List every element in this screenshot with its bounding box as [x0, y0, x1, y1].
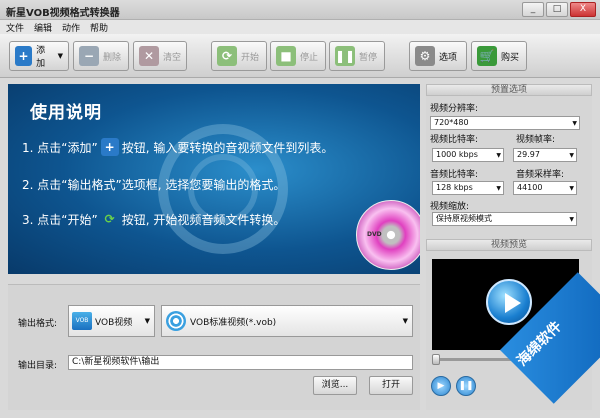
output-format-select[interactable]: VOB标准视频(*.vob) ▼	[161, 305, 413, 337]
menu-bar: 文件 编辑 动作 帮助	[0, 20, 600, 34]
instructions-title: 使用说明	[30, 103, 102, 123]
pause-button-preview[interactable]: ❚❚	[456, 376, 476, 396]
audio-samplerate-select[interactable]: 44100 ▼	[513, 181, 577, 195]
start-button[interactable]: ⟳ 开始	[211, 41, 267, 71]
cart-icon: 🛒	[477, 46, 497, 66]
menu-action[interactable]: 动作	[62, 21, 80, 34]
resolution-label: 视频分辨率:	[430, 104, 479, 114]
remove-file-icon: −	[79, 46, 99, 66]
output-dir-field[interactable]: C:\新星视频软件\输出	[68, 355, 413, 370]
maximize-button[interactable]: □	[546, 2, 568, 17]
chevron-down-icon: ▼	[569, 152, 574, 159]
pause-icon: ❚❚	[335, 46, 355, 66]
chevron-down-icon: ▼	[572, 120, 577, 127]
dvd-disc-graphic: DVD	[356, 200, 420, 270]
instruction-step-2: 2. 点击“输出格式”选项框, 选择您要输出的格式。	[22, 178, 286, 192]
video-zoom-label: 视频缩放:	[430, 202, 470, 212]
audio-bitrate-label: 音频比特率:	[430, 170, 479, 180]
chevron-down-icon: ▼	[57, 52, 63, 60]
window-controls: _ □ X	[522, 2, 596, 17]
toolbar: + 添加 ▼ − 删除 ✕ 清空 ⟳ 开始 ■ 停止 ❚❚ 暂停 ⚙ 选项 🛒 …	[0, 34, 600, 78]
instruction-step-1: 1. 点击“添加” + 按钮, 输入要转换的音视频文件到列表。	[22, 138, 334, 156]
chevron-down-icon: ▼	[144, 317, 150, 325]
stop-button[interactable]: ■ 停止	[270, 41, 326, 71]
preset-header: 预置选项	[426, 84, 592, 96]
minimize-button[interactable]: _	[522, 2, 544, 17]
gear-icon: ⚙	[415, 46, 435, 66]
refresh-icon: ⟳	[104, 212, 115, 226]
resolution-select[interactable]: 720*480 ▼	[430, 116, 580, 130]
chevron-down-icon: ▼	[496, 185, 501, 192]
play-icon[interactable]	[486, 279, 532, 325]
clear-button[interactable]: ✕ 清空	[133, 41, 187, 71]
stop-icon: ■	[276, 46, 296, 66]
window-title: 新星VOB视频格式转换器	[6, 8, 120, 19]
seek-knob[interactable]	[432, 354, 440, 365]
add-file-icon: +	[15, 46, 33, 66]
format-icon	[166, 311, 186, 331]
video-bitrate-select[interactable]: 1000 kbps ▼	[432, 148, 504, 162]
audio-samplerate-label: 音频采样率:	[516, 170, 565, 180]
chevron-down-icon: ▼	[569, 216, 574, 223]
chevron-down-icon: ▼	[496, 152, 501, 159]
video-bitrate-label: 视频比特率:	[430, 135, 479, 145]
open-button[interactable]: 打开	[369, 376, 413, 395]
title-bar: 新星VOB视频格式转换器 _ □ X	[0, 0, 600, 20]
menu-file[interactable]: 文件	[6, 21, 24, 34]
chevron-down-icon: ▼	[402, 317, 408, 325]
instructions-banner: 使用说明 1. 点击“添加” + 按钮, 输入要转换的音视频文件到列表。 2. …	[8, 84, 420, 274]
close-button[interactable]: X	[570, 2, 596, 17]
output-dir-label: 输出目录:	[18, 361, 58, 371]
video-file-icon: VOB	[72, 312, 92, 330]
video-fps-label: 视频帧率:	[516, 135, 556, 145]
delete-button[interactable]: − 删除	[73, 41, 129, 71]
refresh-icon: ⟳	[217, 46, 237, 66]
play-button[interactable]: ▶	[431, 376, 451, 396]
video-fps-select[interactable]: 29.97 ▼	[513, 148, 577, 162]
instruction-step-3: 3. 点击“开始” ⟳ 按钮, 开始视频音频文件转换。	[22, 212, 286, 227]
add-file-icon: +	[100, 138, 119, 156]
options-button[interactable]: ⚙ 选项	[409, 41, 467, 71]
browse-button[interactable]: 浏览...	[313, 376, 357, 395]
menu-edit[interactable]: 编辑	[34, 21, 52, 34]
output-panel: 输出格式: VOB VOB视频 ▼ VOB标准视频(*.vob) ▼ 输出目录:…	[8, 284, 420, 410]
output-format-label: 输出格式:	[18, 319, 58, 329]
preview-header: 视频预览	[426, 239, 592, 251]
menu-help[interactable]: 帮助	[90, 21, 108, 34]
buy-button[interactable]: 🛒 购买	[471, 41, 527, 71]
audio-bitrate-select[interactable]: 128 kbps ▼	[432, 181, 504, 195]
pause-button[interactable]: ❚❚ 暂停	[329, 41, 385, 71]
video-zoom-select[interactable]: 保持原视频模式 ▼	[432, 212, 577, 226]
clear-list-icon: ✕	[139, 46, 159, 66]
add-button[interactable]: + 添加 ▼	[9, 41, 69, 71]
chevron-down-icon: ▼	[569, 185, 574, 192]
format-category-select[interactable]: VOB VOB视频 ▼	[68, 305, 155, 337]
